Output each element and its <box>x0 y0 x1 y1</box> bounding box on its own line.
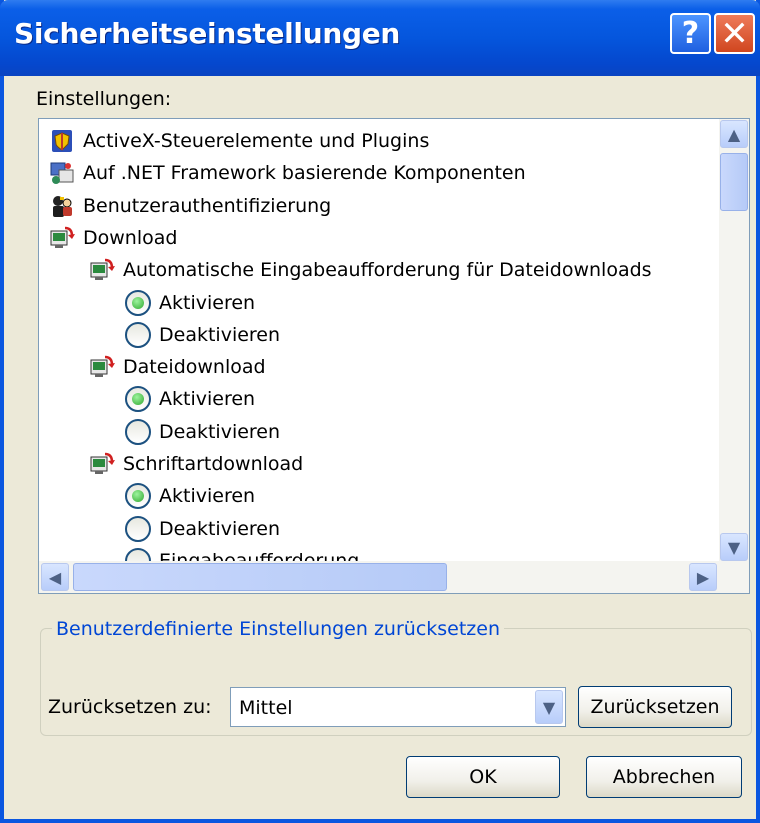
chevron-right-icon: ▶ <box>696 567 710 587</box>
dialog-title: Sicherheitseinstellungen <box>14 17 401 50</box>
settings-row-label: Schriftartdownload <box>123 453 304 475</box>
download-icon <box>89 451 115 477</box>
settings-label: Einstellungen: <box>36 88 172 110</box>
settings-option-row[interactable]: Aktivieren <box>125 383 255 415</box>
horizontal-scroll-thumb[interactable] <box>73 563 447 591</box>
reset-to-label: Zurücksetzen zu: <box>48 696 212 718</box>
radio-button[interactable] <box>125 483 151 510</box>
settings-row-label: Download <box>83 226 178 249</box>
radio-button[interactable] <box>125 386 151 413</box>
reset-button-label: Zurücksetzen <box>590 696 720 718</box>
settings-row-label: ActiveX-Steuerelemente und Plugins <box>83 130 430 152</box>
chevron-down-icon: ▼ <box>727 537 741 557</box>
settings-item-row: Automatische Eingabeaufforderung für Dat… <box>89 254 652 286</box>
settings-row-label: Aktivieren <box>159 388 256 411</box>
download-icon <box>49 225 75 251</box>
download-icon <box>89 257 115 283</box>
vertical-scroll-thumb[interactable] <box>720 153 748 211</box>
cancel-button[interactable]: Abbrechen <box>586 756 742 798</box>
security-settings-dialog: Sicherheitseinstellungen ? ✕ Einstellung… <box>0 0 760 823</box>
settings-category-row: Benutzerauthentifizierung <box>49 190 331 222</box>
settings-item-row: Dateidownload <box>89 351 266 383</box>
settings-row-label: Aktivieren <box>159 291 256 314</box>
chevron-up-icon: ▲ <box>727 124 741 144</box>
scroll-up-button[interactable]: ▲ <box>720 120 748 148</box>
scroll-down-button[interactable]: ▼ <box>720 533 748 561</box>
ok-button-label: OK <box>469 766 497 788</box>
settings-row-label: Aktivieren <box>159 485 256 508</box>
settings-option-row[interactable]: Deaktivieren <box>125 319 280 351</box>
settings-row-label: Deaktivieren <box>159 323 281 346</box>
vertical-scrollbar[interactable]: ▲ ▼ <box>719 119 749 563</box>
radio-button[interactable] <box>125 289 151 316</box>
radio-button[interactable] <box>125 515 151 542</box>
settings-row-label: Auf .NET Framework basierende Komponente… <box>83 162 526 185</box>
settings-category-row: ActiveX-Steuerelemente und Plugins <box>49 125 429 157</box>
settings-option-row[interactable]: Deaktivieren <box>125 513 280 545</box>
dropdown-button[interactable]: ▼ <box>535 690 563 724</box>
settings-category-row: Download <box>49 222 177 254</box>
settings-row-label: Deaktivieren <box>159 420 281 443</box>
settings-tree[interactable]: ActiveX-Steuerelemente und Plugins Auf .N… <box>38 118 750 594</box>
ok-button[interactable]: OK <box>406 756 560 798</box>
settings-row-label: Automatische Eingabeaufforderung für Dat… <box>123 259 652 282</box>
chevron-down-icon: ▼ <box>542 697 556 717</box>
settings-row-label: Deaktivieren <box>159 517 281 540</box>
close-icon: ✕ <box>720 13 749 54</box>
horizontal-scrollbar[interactable]: ◀ ▶ <box>39 561 749 593</box>
settings-item-row: Schriftartdownload <box>89 448 303 480</box>
settings-row-label: Benutzerauthentifizierung <box>83 194 332 217</box>
scroll-left-button[interactable]: ◀ <box>41 563 69 591</box>
settings-option-row[interactable]: Deaktivieren <box>125 416 280 448</box>
dotnet-components-icon <box>49 160 75 186</box>
cancel-button-label: Abbrechen <box>612 766 716 788</box>
close-button[interactable]: ✕ <box>714 13 755 54</box>
radio-button[interactable] <box>125 418 151 445</box>
reset-level-select[interactable]: Mittel ▼ <box>230 687 566 727</box>
reset-level-value: Mittel <box>239 697 293 719</box>
chevron-left-icon: ◀ <box>48 567 62 587</box>
title-bar: Sicherheitseinstellungen ? ✕ <box>0 0 760 76</box>
help-button[interactable]: ? <box>670 13 711 54</box>
settings-category-row: Auf .NET Framework basierende Komponente… <box>49 157 526 189</box>
scroll-right-button[interactable]: ▶ <box>689 563 717 591</box>
help-icon: ? <box>681 16 700 51</box>
user-authentication-icon <box>49 193 75 219</box>
reset-button[interactable]: Zurücksetzen <box>578 686 732 728</box>
settings-option-row[interactable]: Aktivieren <box>125 287 255 319</box>
settings-row-label: Dateidownload <box>123 356 266 379</box>
reset-group-legend: Benutzerdefinierte Einstellungen zurücks… <box>52 618 505 640</box>
settings-option-row[interactable]: Aktivieren <box>125 480 255 512</box>
radio-button[interactable] <box>125 321 151 348</box>
download-icon <box>89 354 115 380</box>
activex-shield-icon <box>49 128 75 154</box>
